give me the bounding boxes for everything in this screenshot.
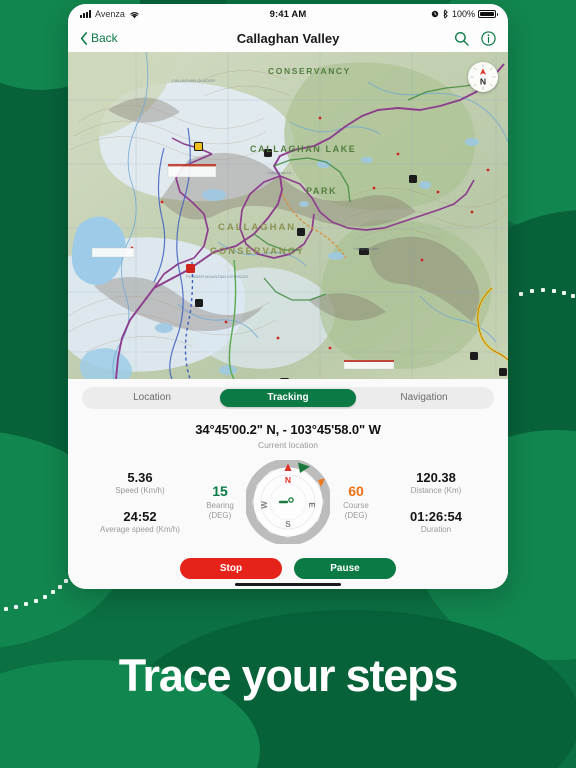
svg-text:PARK: PARK — [306, 186, 337, 196]
current-coordinates: 34°45'00.2" N, - 103°45'58.0" W — [195, 422, 381, 437]
map-compass-widget[interactable]: N — [468, 62, 498, 92]
svg-text:W: W — [260, 501, 269, 509]
course-label: Course — [343, 501, 369, 510]
svg-text:N: N — [285, 475, 291, 485]
promo-tagline: Trace your steps — [118, 650, 459, 701]
alarm-icon — [431, 10, 439, 18]
topographic-map[interactable]: CONSERVANCY CALLAGHAN LAKE PARK CALLAGHA… — [68, 52, 508, 379]
average-speed-label: Average speed (Km/h) — [100, 525, 180, 534]
svg-text:180: 180 — [285, 534, 291, 538]
current-location-caption: Current location — [257, 440, 318, 450]
svg-text:N: N — [480, 77, 486, 87]
average-speed-stat: 24:52 Average speed (Km/h) — [86, 509, 194, 534]
stats-right-column: 120.38 Distance (Km) 01:26:54 Duration — [382, 470, 490, 534]
info-circle-icon[interactable] — [481, 30, 496, 46]
speed-stat: 5.36 Speed (Km/h) — [86, 470, 194, 495]
action-buttons: Stop Pause — [82, 558, 494, 579]
tab-tracking[interactable]: Tracking — [220, 389, 356, 407]
back-label: Back — [91, 31, 118, 45]
svg-text:CALLAGHAN LAKE: CALLAGHAN LAKE — [250, 144, 356, 154]
map-canvas: CONSERVANCY CALLAGHAN LAKE PARK CALLAGHA… — [68, 52, 508, 379]
bearing-stat: 15 Bearing (DEG) — [197, 483, 243, 521]
average-speed-value: 24:52 — [123, 509, 157, 524]
distance-label: Distance (Km) — [410, 486, 462, 495]
page-title: Callaghan Valley — [236, 30, 340, 46]
course-value: 60 — [348, 483, 364, 499]
tracking-panel: Location Tracking Navigation 34°45'00.2"… — [68, 379, 508, 579]
distance-stat: 120.38 Distance (Km) — [382, 470, 490, 495]
svg-text:Hanging Lake: Hanging Lake — [354, 246, 379, 251]
bluetooth-icon — [443, 9, 448, 19]
status-bar: Avenza 9:41 AM 100% — [68, 4, 508, 24]
compass-rose-graphic: 030 060 090 120 150 180 210 240 270 300 … — [244, 458, 332, 546]
svg-text:POWDER MOUNTAIN ICEFIELDS: POWDER MOUNTAIN ICEFIELDS — [186, 274, 248, 279]
search-icon[interactable] — [454, 31, 469, 46]
status-time: 9:41 AM — [269, 8, 307, 20]
duration-value: 01:26:54 — [409, 509, 463, 524]
bearing-label: Bearing — [206, 501, 234, 510]
wifi-icon — [130, 11, 139, 18]
carrier-label: Avenza — [95, 9, 125, 19]
tab-navigation[interactable]: Navigation — [356, 389, 492, 407]
compass-rose: 030 060 090 120 150 180 210 240 270 300 … — [244, 458, 332, 546]
svg-text:CONSERVANCY: CONSERVANCY — [210, 246, 305, 257]
bearing-unit: (DEG) — [208, 511, 232, 520]
home-indicator[interactable] — [235, 582, 341, 586]
svg-text:270: 270 — [252, 499, 256, 505]
distance-value: 120.38 — [416, 470, 456, 485]
battery-percent-label: 100% — [451, 9, 475, 19]
duration-label: Duration — [420, 525, 452, 534]
home-indicator-area — [68, 579, 508, 589]
back-button[interactable]: Back — [80, 31, 237, 45]
bearing-value: 15 — [212, 483, 228, 499]
stats-left-column: 5.36 Speed (Km/h) 24:52 Average speed (K… — [86, 470, 194, 534]
svg-text:CONSERVANCY: CONSERVANCY — [268, 66, 351, 76]
chevron-left-icon — [80, 31, 88, 45]
battery-full-icon — [478, 9, 498, 19]
svg-text:S: S — [285, 520, 291, 529]
pause-button[interactable]: Pause — [294, 558, 396, 579]
duration-stat: 01:26:54 Duration — [382, 509, 490, 534]
course-stat: 60 Course (DEG) — [333, 483, 379, 521]
course-unit: (DEG) — [344, 511, 368, 520]
tablet-device-frame: Avenza 9:41 AM 100% Back Callaghan Valle… — [68, 4, 508, 589]
tab-location[interactable]: Location — [84, 389, 220, 407]
map-compass-north-icon: N — [469, 63, 497, 91]
stats-row: 5.36 Speed (Km/h) 24:52 Average speed (K… — [82, 458, 494, 546]
stop-button[interactable]: Stop — [180, 558, 282, 579]
mode-segmented-control[interactable]: Location Tracking Navigation — [82, 387, 494, 409]
svg-text:Callaghan Lk: Callaghan Lk — [268, 170, 291, 175]
navigation-bar: Back Callaghan Valley — [68, 24, 508, 52]
svg-text:CALLAGHAN GLACIER: CALLAGHAN GLACIER — [172, 78, 215, 83]
cellular-bars-icon — [80, 10, 91, 18]
svg-text:090: 090 — [320, 499, 324, 505]
speed-value: 5.36 — [127, 470, 153, 485]
speed-label: Speed (Km/h) — [115, 486, 165, 495]
svg-text:E: E — [307, 502, 316, 508]
svg-text:CALLAGHAN: CALLAGHAN — [218, 222, 296, 233]
